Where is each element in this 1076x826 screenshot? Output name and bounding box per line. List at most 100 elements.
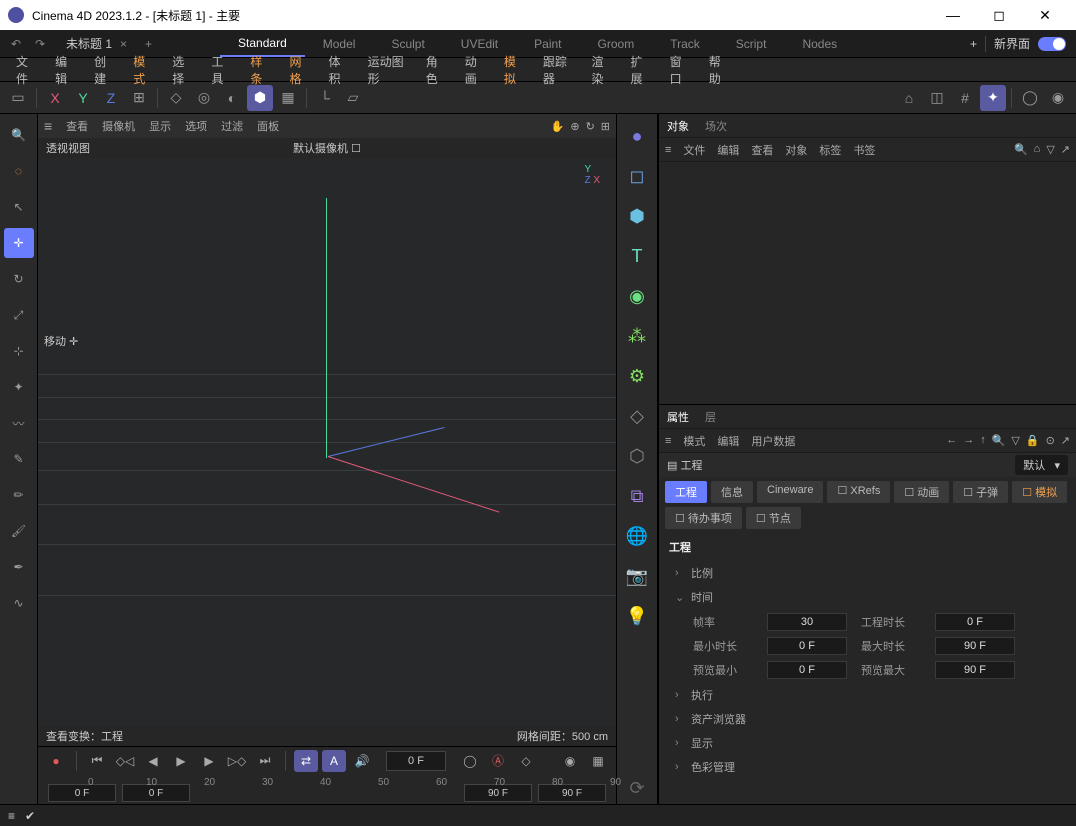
y-axis-icon[interactable]: Y — [70, 85, 96, 111]
cube-pal-icon[interactable]: ⬢ — [621, 200, 653, 232]
select-icon[interactable]: ◌ — [4, 156, 34, 186]
objmenu-4[interactable]: 标签 — [819, 142, 841, 158]
menu-4[interactable]: 选择 — [162, 53, 201, 87]
move-icon[interactable]: ✛ — [4, 228, 34, 258]
brush3-icon[interactable]: 🖌 — [4, 516, 34, 546]
obj-filter-icon[interactable]: ▽ — [1046, 143, 1054, 156]
mesh-icon[interactable]: ▦ — [275, 85, 301, 111]
menu-7[interactable]: 网格 — [279, 53, 318, 87]
objmenu-3[interactable]: 对象 — [785, 142, 807, 158]
sphere-pal-icon[interactable]: ● — [621, 120, 653, 152]
menu-5[interactable]: 工具 — [201, 53, 240, 87]
scale-icon[interactable]: ⤢ — [4, 300, 34, 330]
square-pal-icon[interactable]: ◻ — [621, 160, 653, 192]
play-icon[interactable]: ▶ — [169, 750, 193, 772]
takes-tab[interactable]: 场次 — [705, 118, 727, 134]
objmenu-0[interactable]: 文件 — [683, 142, 705, 158]
coord-icon[interactable]: ⊞ — [126, 85, 152, 111]
attrtab-1[interactable]: 信息 — [711, 481, 753, 503]
axis-icon[interactable]: ⊹ — [4, 336, 34, 366]
settings-icon[interactable]: ⊙ — [1046, 434, 1055, 447]
preset-select[interactable]: 默认 ▾ — [1015, 455, 1068, 475]
menu-11[interactable]: 动画 — [455, 53, 494, 87]
fwd-icon[interactable]: → — [963, 434, 974, 447]
vpmenu-5[interactable]: 面板 — [257, 118, 279, 134]
layers-tab[interactable]: 层 — [705, 409, 716, 425]
attr-filter-icon[interactable]: ▽ — [1011, 434, 1019, 447]
menu-12[interactable]: 模拟 — [494, 53, 533, 87]
add-layout-icon[interactable]: + — [970, 37, 977, 51]
menu-9[interactable]: 运动图形 — [358, 53, 416, 87]
hand-icon[interactable]: ✋ — [551, 120, 565, 133]
camera-pal-icon[interactable]: 📷 — [621, 560, 653, 592]
menu-15[interactable]: 扩展 — [621, 53, 660, 87]
menu-3[interactable]: 模式 — [123, 53, 162, 87]
camera-icon[interactable]: ▭ — [5, 85, 31, 111]
attr-search-icon[interactable]: 🔍 — [992, 434, 1006, 447]
attrtab-3[interactable]: ☐ XRefs — [827, 481, 890, 503]
field-v2[interactable]: 0 F — [935, 613, 1015, 631]
orbit-icon[interactable]: ↻ — [586, 120, 595, 133]
sphere-icon[interactable]: ◎ — [191, 85, 217, 111]
search-icon[interactable]: 🔍 — [4, 120, 34, 150]
first-frame-icon[interactable]: ⏮ — [85, 750, 109, 772]
attrtab-4[interactable]: ☐ 动画 — [894, 481, 949, 503]
menu-14[interactable]: 渲染 — [581, 53, 620, 87]
close-button[interactable]: ✕ — [1022, 0, 1068, 30]
menu-6[interactable]: 样条 — [240, 53, 279, 87]
circle-icon[interactable]: ◯ — [1017, 85, 1043, 111]
section-scale[interactable]: ›比例 — [659, 561, 1076, 585]
attrtab-5[interactable]: ☐ 子弹 — [953, 481, 1008, 503]
attributes-tab[interactable]: 属性 — [667, 409, 689, 425]
menu-2[interactable]: 创建 — [84, 53, 123, 87]
render-pal-icon[interactable]: ⟳ — [621, 772, 653, 804]
objmenu-2[interactable]: 查看 — [751, 142, 773, 158]
spline-icon[interactable]: 〰 — [4, 408, 34, 438]
gear-pal-icon[interactable]: ⚙ — [621, 360, 653, 392]
viewport-3d[interactable]: YZ X 移动 ✛ — [38, 158, 616, 726]
pointer-icon[interactable]: ↖ — [4, 192, 34, 222]
light-pal-icon[interactable]: 💡 — [621, 600, 653, 632]
field-v1[interactable]: 0 F — [767, 637, 847, 655]
close-doc-icon[interactable]: × — [120, 37, 127, 51]
vpmenu-1[interactable]: 摄像机 — [102, 118, 135, 134]
curve-icon[interactable]: ∿ — [4, 588, 34, 618]
add-doc-button[interactable]: + — [137, 37, 160, 51]
text-pal-icon[interactable]: T — [621, 240, 653, 272]
menu-13[interactable]: 跟踪器 — [533, 53, 582, 87]
field-v1[interactable]: 30 — [767, 613, 847, 631]
obj-expand-icon[interactable]: ↗ — [1061, 143, 1070, 156]
attrmenu-1[interactable]: 编辑 — [717, 433, 739, 449]
attrtab-0[interactable]: 工程 — [665, 481, 707, 503]
cylinder-icon[interactable]: ◐ — [219, 85, 245, 111]
pen-icon[interactable]: ✒ — [4, 552, 34, 582]
up-icon[interactable]: ↑ — [980, 434, 986, 447]
loop-icon[interactable]: ⇄ — [294, 750, 318, 772]
magnet-icon[interactable]: ⌂ — [896, 85, 922, 111]
sound-icon[interactable]: 🔊 — [350, 750, 374, 772]
transform-icon[interactable]: ✦ — [4, 372, 34, 402]
tl-opt2-icon[interactable]: ▦ — [586, 750, 610, 772]
workplane-icon[interactable]: ◫ — [924, 85, 950, 111]
menu-16[interactable]: 窗口 — [660, 53, 699, 87]
globe-pal-icon[interactable]: 🌐 — [621, 520, 653, 552]
nav-gizmo[interactable]: YZ X — [584, 164, 600, 186]
line-icon[interactable]: └ — [312, 85, 338, 111]
field-v2[interactable]: 90 F — [935, 661, 1015, 679]
timeline-ruler[interactable]: 0 F0 F90 F90 F 0102030405060708090 — [38, 775, 616, 804]
deform-pal-icon[interactable]: ◇ — [621, 400, 653, 432]
scene-pal-icon[interactable]: ⬡ — [621, 440, 653, 472]
prev-frame-icon[interactable]: ◀ — [141, 750, 165, 772]
keyfwd-icon[interactable]: ▷◇ — [225, 750, 249, 772]
key-icon[interactable]: ◯ — [458, 750, 482, 772]
section-0[interactable]: ›执行 — [659, 683, 1076, 707]
help-menu[interactable]: 帮助 — [699, 53, 1070, 87]
field-v2[interactable]: 90 F — [935, 637, 1015, 655]
field-v1[interactable]: 0 F — [767, 661, 847, 679]
menu-10[interactable]: 角色 — [416, 53, 455, 87]
hamburger-icon[interactable]: ≡ — [44, 118, 52, 134]
section-time[interactable]: ⌄时间 — [659, 585, 1076, 609]
attrtab-8[interactable]: ☐ 节点 — [746, 507, 801, 529]
lock-icon[interactable]: 🔒 — [1026, 434, 1040, 447]
dot-icon[interactable]: ◉ — [1045, 85, 1071, 111]
